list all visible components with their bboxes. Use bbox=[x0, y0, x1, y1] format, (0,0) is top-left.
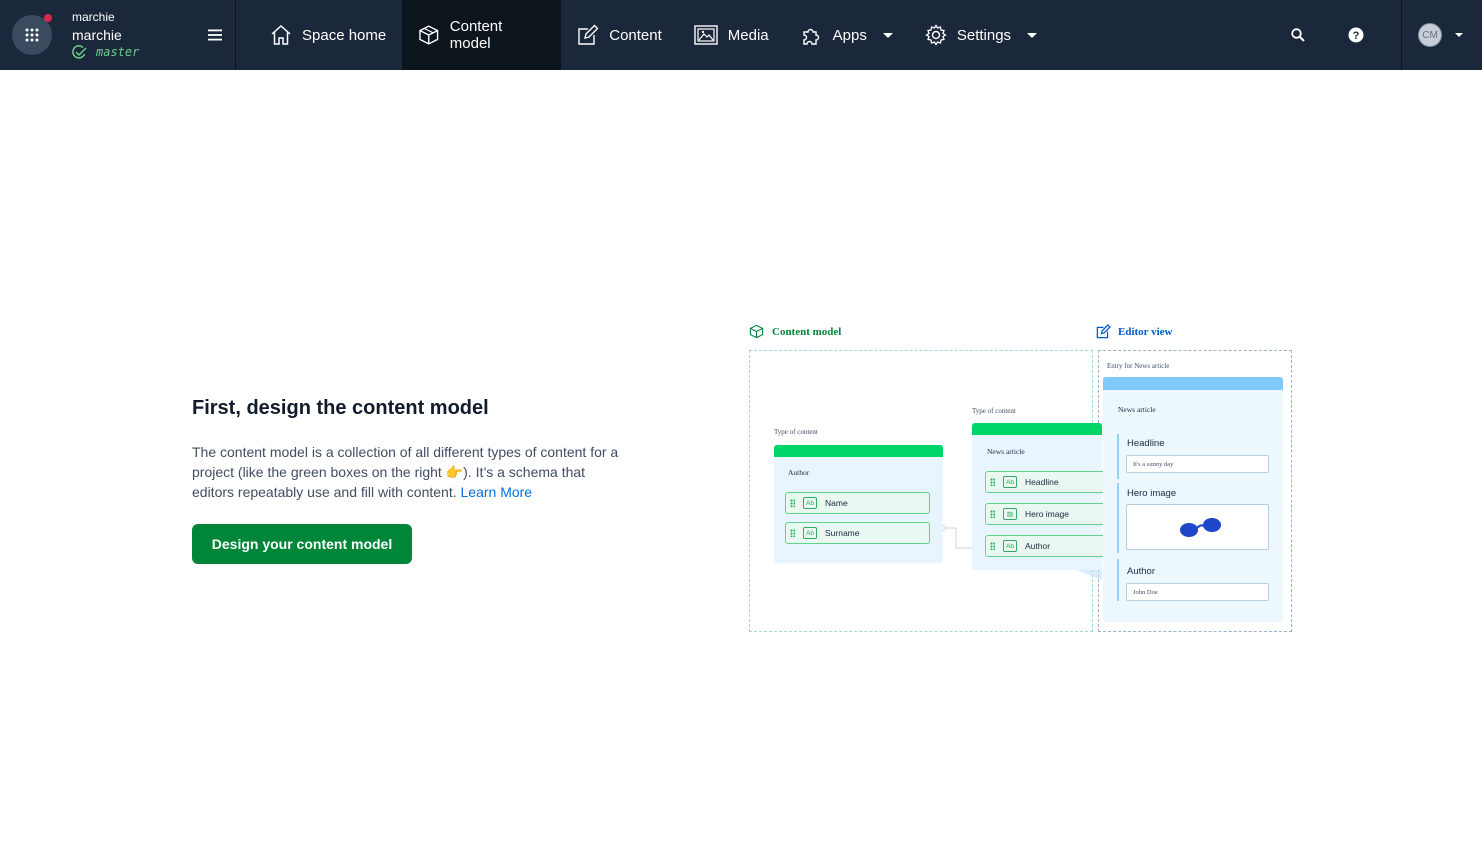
search-icon bbox=[1291, 28, 1305, 42]
field-hero-image: ▨ Hero image bbox=[985, 503, 1110, 525]
content-model-illustration: Content model Editor view Type of conten… bbox=[746, 318, 1296, 636]
field-surname: Ab Surname bbox=[785, 522, 930, 544]
nav-apps[interactable]: Apps bbox=[785, 0, 909, 70]
author-type-card: Author Ab Name Ab Surname bbox=[774, 445, 943, 563]
drag-handle-icon bbox=[990, 478, 995, 486]
text-field-icon: Ab bbox=[803, 497, 817, 509]
field-indicator bbox=[1117, 483, 1119, 553]
field-label: Headline bbox=[1025, 477, 1059, 487]
page-title: First, design the content model bbox=[192, 397, 489, 419]
space-switcher[interactable]: marchie marchie master bbox=[0, 0, 236, 70]
chevron-down-icon bbox=[1455, 33, 1463, 37]
drag-handle-icon bbox=[990, 510, 995, 518]
organization-name: marchie bbox=[72, 10, 115, 24]
notification-dot bbox=[44, 14, 52, 22]
type-caption: Type of content bbox=[774, 428, 818, 436]
card-header-bar bbox=[1103, 377, 1283, 390]
design-content-model-button[interactable]: Design your content model bbox=[192, 524, 412, 564]
entry-caption: Entry for News article bbox=[1107, 362, 1170, 370]
puzzle-icon bbox=[802, 28, 819, 45]
grid-icon bbox=[25, 28, 39, 42]
help-button[interactable]: ? bbox=[1343, 22, 1369, 48]
entry-editor-card: News article Headline It's a sunny day H… bbox=[1103, 377, 1283, 622]
nav-content[interactable]: Content bbox=[561, 0, 678, 70]
search-button[interactable] bbox=[1285, 22, 1311, 48]
nav-label: Media bbox=[727, 26, 769, 44]
field-label: Author bbox=[1025, 541, 1051, 551]
text-field-icon: Ab bbox=[1003, 540, 1017, 552]
hamburger-icon bbox=[208, 29, 222, 41]
nav-label: Settings bbox=[956, 26, 1012, 44]
field-indicator bbox=[1117, 434, 1119, 479]
home-icon bbox=[271, 24, 291, 45]
field-label: Surname bbox=[825, 528, 860, 538]
intro-body: The content model is a collection of all… bbox=[192, 444, 619, 500]
drag-handle-icon bbox=[990, 542, 995, 550]
field-indicator bbox=[1117, 559, 1119, 601]
cube-icon bbox=[419, 25, 439, 45]
card-header-bar bbox=[774, 445, 943, 457]
field-headline: Ab Headline bbox=[985, 471, 1110, 493]
chevron-down-icon bbox=[1027, 32, 1038, 38]
text-field-icon: Ab bbox=[1003, 476, 1017, 488]
hero-image-preview bbox=[1126, 504, 1269, 550]
field-label: Hero image bbox=[1025, 509, 1069, 519]
chevron-down-icon bbox=[882, 32, 893, 38]
intro-section: First, design the content model The cont… bbox=[192, 394, 622, 502]
svg-text:?: ? bbox=[1353, 30, 1360, 42]
entry-title: News article bbox=[1118, 405, 1156, 414]
drag-handle-icon bbox=[790, 499, 795, 507]
field-name: Ab Name bbox=[785, 492, 930, 514]
sidebar-menu-button[interactable] bbox=[204, 24, 226, 46]
space-name: marchie bbox=[72, 27, 122, 43]
environment-indicator: master bbox=[72, 45, 139, 59]
nav-space-home[interactable]: Space home bbox=[236, 0, 402, 70]
image-field-icon: ▨ bbox=[1003, 508, 1017, 520]
hero-image-label: Hero image bbox=[1127, 488, 1177, 499]
avatar: CM bbox=[1418, 23, 1442, 47]
field-author: Ab Author bbox=[985, 535, 1110, 557]
nav-label: Content model bbox=[449, 18, 503, 52]
field-label: Name bbox=[825, 498, 848, 508]
gear-icon bbox=[925, 24, 947, 46]
card-header-bar bbox=[972, 423, 1102, 435]
drag-handle-icon bbox=[790, 529, 795, 537]
sunglasses-icon bbox=[1180, 518, 1221, 537]
card-title: Author bbox=[788, 468, 810, 477]
environment-icon bbox=[72, 45, 87, 59]
nav-label: Space home bbox=[302, 26, 387, 44]
nav-settings[interactable]: Settings bbox=[909, 0, 1053, 70]
learn-more-link[interactable]: Learn More bbox=[461, 484, 533, 500]
edit-icon bbox=[578, 24, 599, 45]
nav-label: Apps bbox=[832, 26, 867, 44]
card-title: News article bbox=[987, 447, 1025, 456]
nav-label: Content bbox=[609, 26, 662, 44]
text-field-icon: Ab bbox=[803, 527, 817, 539]
headline-input: It's a sunny day bbox=[1126, 455, 1269, 473]
author-input: John Doe bbox=[1126, 583, 1269, 601]
news-article-type-card: News article Ab Headline ▨ Hero image Ab… bbox=[972, 423, 1110, 570]
environment-name: master bbox=[96, 45, 140, 59]
nav-media[interactable]: Media bbox=[678, 0, 785, 70]
headline-label: Headline bbox=[1127, 438, 1165, 449]
help-icon: ? bbox=[1348, 27, 1364, 43]
intro-description: The content model is a collection of all… bbox=[192, 442, 622, 502]
type-caption: Type of content bbox=[972, 407, 1016, 415]
author-label: Author bbox=[1127, 566, 1155, 577]
top-navigation-bar: marchie marchie master Space home Conten… bbox=[0, 0, 1482, 70]
image-icon bbox=[694, 25, 718, 45]
main-navigation: Space home Content model Content Media A… bbox=[236, 0, 1053, 70]
nav-content-model[interactable]: Content model bbox=[402, 0, 562, 70]
account-menu[interactable]: CM bbox=[1401, 0, 1482, 70]
